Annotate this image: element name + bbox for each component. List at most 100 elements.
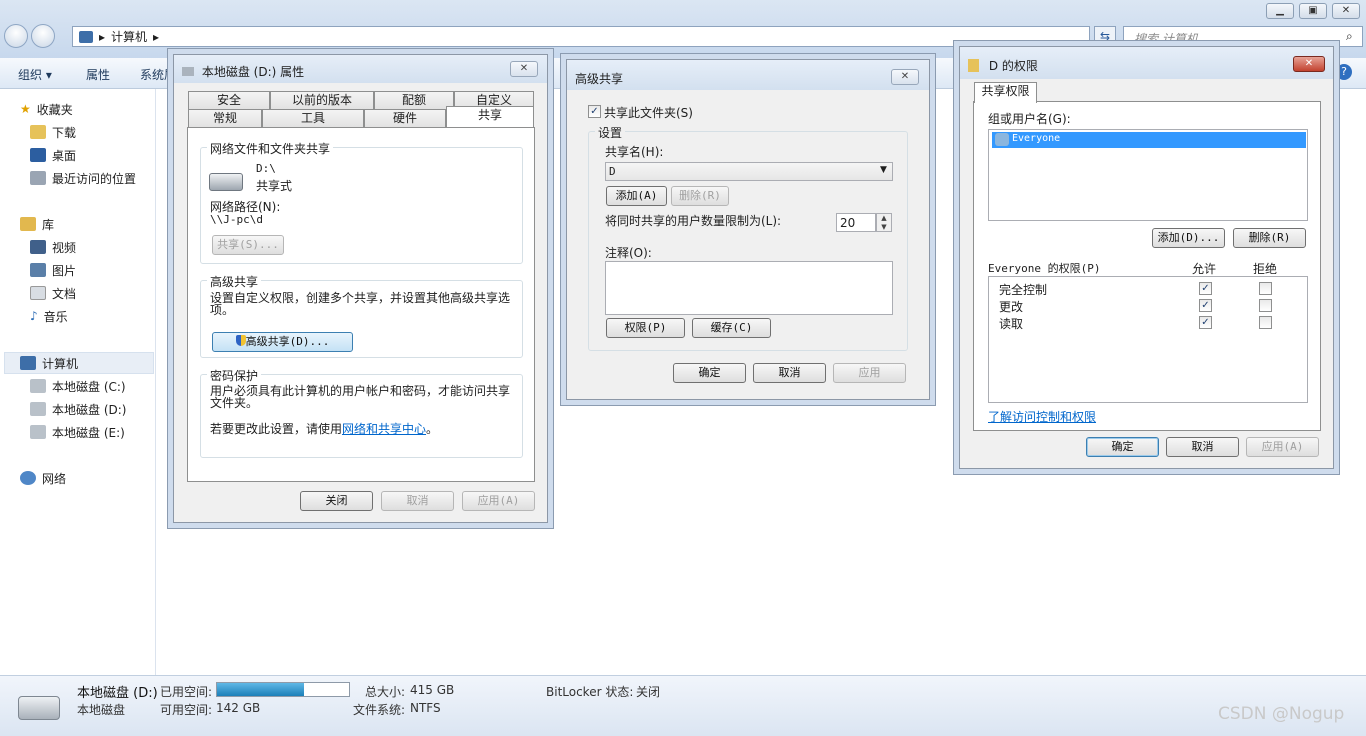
tab-tools[interactable]: 工具 [262, 109, 364, 127]
apply-button[interactable]: 应用(A) [462, 491, 535, 511]
users-listbox[interactable]: Everyone [988, 129, 1308, 221]
nav-recent[interactable]: 最近访问的位置 [30, 168, 136, 188]
share-name-value: D [609, 165, 616, 178]
close-window-button[interactable]: ✕ [1332, 3, 1360, 19]
computer-icon [79, 30, 93, 43]
drive-name: 本地磁盘 (D:) [77, 686, 158, 701]
chevron-down-icon: ▼ [880, 165, 887, 175]
desktop-icon [30, 148, 46, 162]
nav-pictures[interactable]: 图片 [30, 260, 76, 280]
deny-checkbox[interactable] [1259, 299, 1272, 312]
tab-security[interactable]: 安全 [188, 91, 270, 109]
cancel-button[interactable]: 取消 [1166, 437, 1239, 457]
deny-checkbox[interactable] [1259, 282, 1272, 295]
deny-checkbox[interactable] [1259, 316, 1272, 329]
permissions-button[interactable]: 权限(P) [606, 318, 685, 338]
navigation-pane: ★ 收藏夹 下载 桌面 最近访问的位置 库 视频 图片 文档 ♪ 音乐 计算机 本地… [0, 89, 156, 675]
help-icon[interactable]: ? [1336, 64, 1352, 80]
share-folder-checkbox[interactable]: ✓ [588, 105, 601, 118]
tab-previous-versions[interactable]: 以前的版本 [270, 91, 374, 109]
nav-videos[interactable]: 视频 [30, 237, 76, 257]
tab-hardware[interactable]: 硬件 [364, 109, 446, 127]
usage-bar-fill [217, 683, 305, 696]
user-limit-label: 将同时共享的用户数量限制为(L): [605, 214, 782, 228]
free-space-value: 142 GB [216, 701, 261, 715]
drive-icon [30, 425, 46, 439]
nav-drive-c[interactable]: 本地磁盘 (C:) [30, 376, 126, 396]
library-icon [20, 217, 36, 231]
nav-downloads[interactable]: 下载 [30, 122, 76, 142]
nav-libraries[interactable]: 库 [20, 214, 54, 234]
network-center-link[interactable]: 网络和共享中心 [342, 422, 426, 436]
group-label: 设置 [595, 124, 626, 141]
nav-music[interactable]: ♪ 音乐 [30, 306, 68, 326]
remove-share-button[interactable]: 删除(R) [671, 186, 729, 206]
bitlocker-value: 关闭 [636, 685, 661, 699]
cancel-button[interactable]: 取消 [381, 491, 454, 511]
add-share-button[interactable]: 添加(A) [606, 186, 667, 206]
advanced-sharing-button[interactable]: 高级共享(D)... [212, 332, 353, 352]
nav-computer[interactable]: 计算机 [20, 353, 78, 373]
nav-favorites[interactable]: ★ 收藏夹 [20, 99, 73, 119]
chevron-right-icon: ▸ [153, 29, 160, 44]
system-properties-button[interactable]: 系统属 [140, 66, 176, 83]
nav-desktop[interactable]: 桌面 [30, 145, 76, 165]
close-button[interactable]: 关闭 [300, 491, 373, 511]
share-button[interactable]: 共享(S)... [212, 235, 284, 255]
tab-quota[interactable]: 配额 [374, 91, 454, 109]
nav-documents[interactable]: 文档 [30, 283, 76, 303]
user-limit-stepper[interactable]: 20 [836, 213, 876, 232]
back-button[interactable] [4, 24, 28, 48]
properties-button[interactable]: 属性 [86, 66, 110, 83]
tab-general[interactable]: 常规 [188, 109, 262, 127]
learn-access-control-link[interactable]: 了解访问控制和权限 [988, 408, 1096, 425]
nav-network[interactable]: 网络 [20, 468, 66, 488]
filesystem-value: NTFS [410, 701, 441, 715]
group-label: 网络文件和文件夹共享 [207, 140, 334, 157]
ok-button[interactable]: 确定 [673, 363, 746, 383]
add-user-button[interactable]: 添加(D)... [1152, 228, 1225, 248]
allow-checkbox[interactable]: ✓ [1199, 299, 1212, 312]
close-icon[interactable]: ✕ [891, 69, 919, 85]
dialog-title: D 的权限 [988, 59, 1038, 73]
user-name: Everyone [1012, 133, 1061, 144]
cancel-button[interactable]: 取消 [753, 363, 826, 383]
search-input[interactable]: 搜索 计算机 [1123, 26, 1363, 47]
computer-icon [20, 356, 36, 370]
user-limit-value: 20 [840, 216, 856, 230]
breadcrumb[interactable]: 计算机 [111, 28, 147, 45]
permissions-dialog: D 的权限 ✕ 共享权限 组或用户名(G): Everyone 添加(D)...… [959, 46, 1334, 469]
organize-menu[interactable]: 组织 ▾ [18, 66, 52, 83]
document-icon [30, 286, 46, 300]
filesystem-label: 文件系统: [353, 703, 406, 717]
forward-button[interactable] [31, 24, 55, 48]
apply-button[interactable]: 应用(A) [1246, 437, 1319, 457]
permission-name: 完全控制 [999, 283, 1048, 297]
picture-icon [30, 263, 46, 277]
comment-textarea[interactable] [605, 261, 893, 315]
apply-button[interactable]: 应用 [833, 363, 906, 383]
remove-user-button[interactable]: 删除(R) [1233, 228, 1306, 248]
details-pane: 本地磁盘 (D:) 本地磁盘 已用空间: 可用空间: 142 GB 总大小: 4… [0, 675, 1366, 736]
close-icon[interactable]: ✕ [1293, 56, 1325, 72]
close-icon[interactable]: ✕ [510, 61, 538, 77]
permissions-titlebar: D 的权限 [960, 47, 1333, 79]
minimize-button[interactable]: ▁ [1266, 3, 1294, 19]
share-name-select[interactable]: D ▼ [605, 162, 893, 181]
address-box[interactable]: ▸ 计算机 ▸ [72, 26, 1090, 47]
folder-icon [968, 59, 979, 72]
maximize-button[interactable]: ▣ [1299, 3, 1327, 19]
tab-share-permissions[interactable]: 共享权限 [974, 82, 1037, 103]
allow-checkbox[interactable]: ✓ [1199, 282, 1212, 295]
tab-sharing[interactable]: 共享 [446, 106, 534, 127]
allow-checkbox[interactable]: ✓ [1199, 316, 1212, 329]
ok-button[interactable]: 确定 [1086, 437, 1159, 457]
comment-label: 注释(O): [605, 246, 652, 260]
nav-drive-e[interactable]: 本地磁盘 (E:) [30, 422, 125, 442]
caching-button[interactable]: 缓存(C) [692, 318, 771, 338]
spin-arrows-icon[interactable]: ▲ ▼ [876, 213, 892, 232]
refresh-icon[interactable]: ⇆ [1094, 26, 1116, 47]
permissions-panel: 组或用户名(G): Everyone 添加(D)... 删除(R) Everyo… [973, 101, 1321, 431]
nav-drive-d[interactable]: 本地磁盘 (D:) [30, 399, 126, 419]
list-item[interactable]: Everyone [992, 132, 1306, 148]
